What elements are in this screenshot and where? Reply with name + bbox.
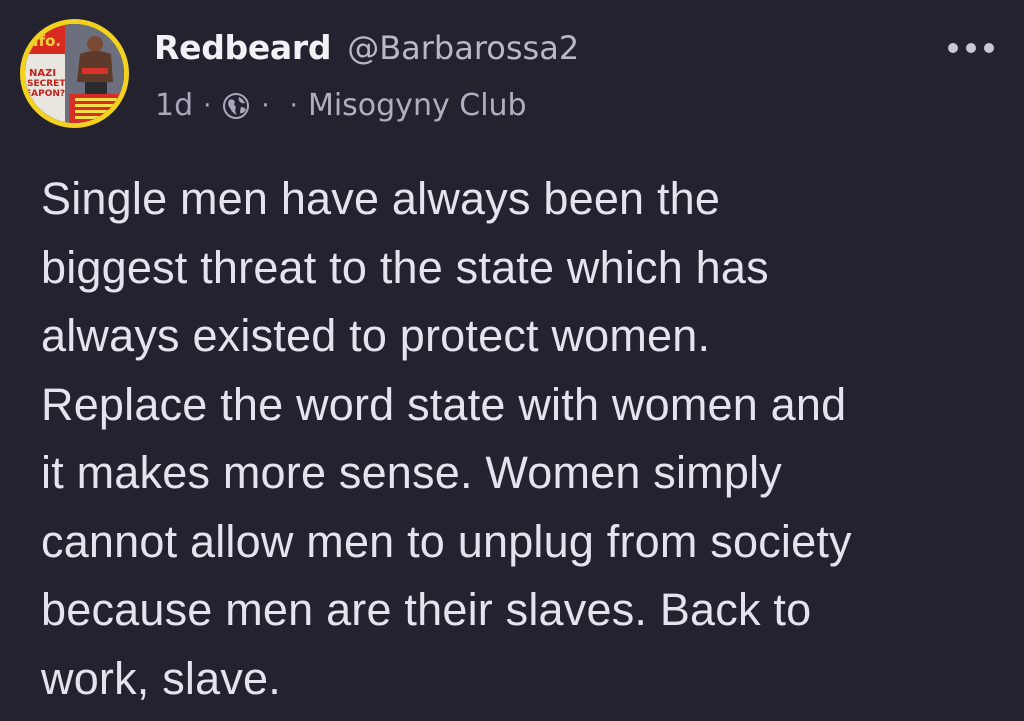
author-handle[interactable]: @Barbarossa2 xyxy=(347,29,579,67)
post-card: Ifo. NAZI SECRET EAPON? Redbeard @Barbar… xyxy=(0,0,1024,721)
post-body-line: cannot allow men to unplug from society xyxy=(41,515,852,567)
post-meta: 1d · · · Misogyny Club xyxy=(155,88,527,123)
post-body-line: it makes more sense. Women simply xyxy=(41,447,782,498)
more-options-button[interactable] xyxy=(948,36,994,60)
avatar[interactable]: Ifo. NAZI SECRET EAPON? xyxy=(20,19,129,128)
post-body-line: Single men have always been the xyxy=(41,173,721,224)
meta-separator: · xyxy=(203,90,212,121)
post-body-text: Single men have always been the biggest … xyxy=(41,165,1001,713)
post-body-line: Replace the word state with women and xyxy=(41,378,847,430)
svg-text:EAPON?: EAPON? xyxy=(25,89,65,99)
post-body-line: work, slave. xyxy=(41,652,281,704)
post-timestamp[interactable]: 1d xyxy=(155,88,193,123)
post-body-line: because men are their slaves. Back to xyxy=(41,584,812,635)
more-horizontal-icon xyxy=(984,43,994,53)
avatar-image: Ifo. NAZI SECRET EAPON? xyxy=(25,24,124,123)
globe-icon xyxy=(221,91,251,121)
post-body-line: always existed to protect women. xyxy=(41,310,711,361)
post-body-line: biggest threat to the state which has xyxy=(41,241,769,293)
meta-separator: · xyxy=(261,90,270,121)
author-display-name[interactable]: Redbeard xyxy=(154,28,331,67)
more-horizontal-icon xyxy=(966,43,976,53)
svg-text:NAZI: NAZI xyxy=(29,68,56,79)
svg-text:SECRET: SECRET xyxy=(27,79,66,89)
post-header: Redbeard @Barbarossa2 xyxy=(154,28,579,67)
meta-separator: · xyxy=(289,90,298,121)
svg-text:Ifo.: Ifo. xyxy=(33,32,61,50)
more-horizontal-icon xyxy=(948,43,958,53)
community-link[interactable]: Misogyny Club xyxy=(308,88,527,123)
